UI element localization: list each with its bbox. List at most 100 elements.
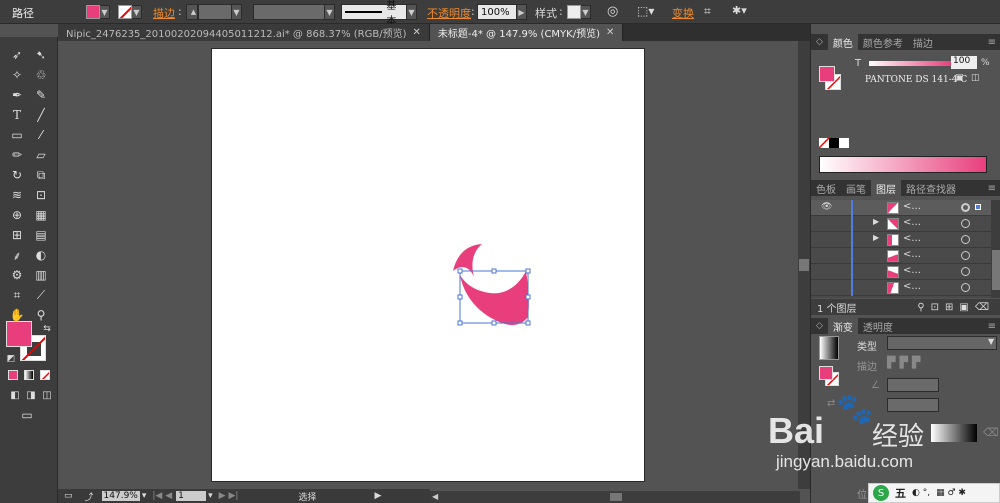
swatch-options-icon[interactable]: ▣ [955,73,964,83]
target-icon[interactable] [961,283,970,292]
tab-layers[interactable]: 图层 [871,180,901,196]
tab-brushes[interactable]: 画笔 [841,180,871,196]
fill-swatch[interactable] [86,5,100,19]
tab-untitled-4[interactable]: 未标题-4* @ 147.9% (CMYK/预览) ✕ [429,24,624,41]
layers-scrollbar[interactable] [991,200,1000,298]
fill-swatch-control[interactable]: ▼ [86,3,110,21]
blend-tool-icon[interactable]: ◐ [32,247,50,263]
chevron-down-icon[interactable]: ▼ [325,4,335,20]
zoom-input[interactable]: 147.9% [101,491,140,501]
close-icon[interactable]: ✕ [606,27,614,38]
chevron-down-icon[interactable]: ▾ [142,491,147,501]
opacity-input[interactable]: 100% [477,4,517,20]
style-swatch[interactable] [567,5,581,19]
color-fill-box[interactable] [819,66,835,82]
curvature-tool-icon[interactable]: ✎ [32,87,50,103]
column-graph-tool-icon[interactable]: ▥ [32,267,50,283]
panel-menu-icon[interactable]: ≡ [983,318,1000,334]
style-control[interactable]: ▼ [567,3,591,21]
magic-wand-tool-icon[interactable]: ✧ [8,67,26,83]
opacity-control[interactable]: 100% ▶ [477,3,527,21]
target-icon[interactable] [961,219,970,228]
collapse-icon[interactable]: ◇ [811,318,828,334]
scroll-left-icon[interactable]: ◀ [432,492,440,502]
fill-color-box[interactable] [6,321,32,347]
variable-width-dropdown[interactable] [253,4,325,20]
symbol-sprayer-tool-icon[interactable]: ⚙ [8,267,26,283]
collapse-icon[interactable]: ◇ [811,34,828,50]
target-icon[interactable] [961,235,970,244]
visibility-eye-icon[interactable]: 👁 [821,202,832,212]
default-colors-icon[interactable]: ◩ [2,351,20,367]
horizontal-scroll-thumb[interactable] [610,493,622,501]
stroke-weight-input[interactable] [198,4,232,20]
export-icon[interactable]: ⤴ [85,490,94,503]
tab-color-guide[interactable]: 颜色参考 [858,34,908,50]
direct-selection-tool-icon[interactable]: ➷ [32,47,50,63]
chevron-down-icon[interactable]: ▼ [232,4,242,20]
paintbrush-tool-icon[interactable]: ⁄ [32,127,50,143]
swap-colors-icon[interactable]: ⇆ [38,321,56,337]
gradient-type-dropdown[interactable]: ▼ [887,336,997,350]
scale-tool-icon[interactable]: ⧉ [32,167,50,183]
gradient-fill-box[interactable] [819,366,833,380]
layer-row[interactable]: <... [811,248,991,264]
color-mode-icon[interactable] [8,370,18,380]
layer-row[interactable]: ▶ <... [811,216,991,232]
selection-tool-icon[interactable]: ➶ [8,47,26,63]
options-menu-icon[interactable]: ✱▾ [732,4,747,17]
tab-transparency[interactable]: 透明度 [858,318,898,334]
black-swatch[interactable] [829,138,839,148]
tint-slider[interactable] [869,61,951,66]
free-transform-tool-icon[interactable]: ⊡ [32,187,50,203]
isolate-icon[interactable]: ⌗ [704,4,711,19]
artboard[interactable] [211,48,645,482]
layer-actions-icon[interactable]: ⚲⊡⊞▣⌫ [917,302,995,313]
draw-inside-icon[interactable]: ◫ [38,387,56,403]
target-icon[interactable] [961,251,970,260]
layer-row[interactable]: <... [811,264,991,280]
none-swatch[interactable] [819,138,829,148]
none-mode-icon[interactable] [40,370,50,380]
layer-row[interactable]: 👁 <... [811,200,991,216]
layer-row[interactable]: ▶ <... [811,232,991,248]
tint-input[interactable]: 100 [951,56,977,69]
stroke-link[interactable]: 描边 [153,5,175,21]
panel-menu-icon[interactable]: ≡ [983,34,1000,50]
layer-row[interactable]: <... [811,280,991,296]
cmyk-icon[interactable]: ◫ [971,73,980,83]
eraser-tool-icon[interactable]: ▱ [32,147,50,163]
stroke-gradient-icons[interactable]: ▛▛▛ [887,356,924,369]
white-swatch[interactable] [839,138,849,148]
shape-builder-tool-icon[interactable]: ⊕ [8,207,26,223]
chevron-down-icon[interactable]: ▼ [132,5,142,19]
screen-mode-icon[interactable]: ▭ [18,407,36,423]
chevron-down-icon[interactable]: ▼ [100,5,110,19]
tab-pathfinder[interactable]: 路径查找器 [901,180,961,196]
close-icon[interactable]: ✕ [413,27,421,38]
vertical-scroll-thumb[interactable] [799,259,809,271]
align-icon[interactable]: ⬚▾ [637,4,654,18]
ime-tools-icon[interactable]: ▦ ♂ ✱ [936,488,966,498]
tab-swatches[interactable]: 色板 [811,180,841,196]
pen-tool-icon[interactable]: ✒ [8,87,26,103]
type-tool-icon[interactable]: T [8,107,26,123]
variable-width-control[interactable]: ▼ [253,3,335,21]
ime-punct-icon[interactable]: ◐ °, [912,488,930,498]
stroke-swatch-control[interactable]: ▼ [118,3,142,21]
first-artboard-icon[interactable]: |◀ ◀ [152,491,172,501]
perspective-grid-tool-icon[interactable]: ▦ [32,207,50,223]
chevron-right-icon[interactable]: ▶ [517,4,527,20]
layers-scroll-thumb[interactable] [992,250,1000,290]
expand-arrow-icon[interactable]: ▶ [873,233,879,242]
warp-tool-icon[interactable]: ≋ [8,187,26,203]
brush-dropdown[interactable]: 基本 [341,1,407,27]
tab-nipic[interactable]: Nipic_2476235_20100202094405011212.ai* @… [58,24,430,41]
stroke-none-swatch[interactable] [118,5,132,19]
ime-logo-icon[interactable]: S [873,485,889,501]
rotate-tool-icon[interactable]: ↻ [8,167,26,183]
gradient-preview[interactable] [819,336,839,360]
target-icon[interactable] [961,267,970,276]
eyedropper-tool-icon[interactable]: ⸙ [8,247,26,263]
tint-ramp[interactable] [819,156,987,173]
